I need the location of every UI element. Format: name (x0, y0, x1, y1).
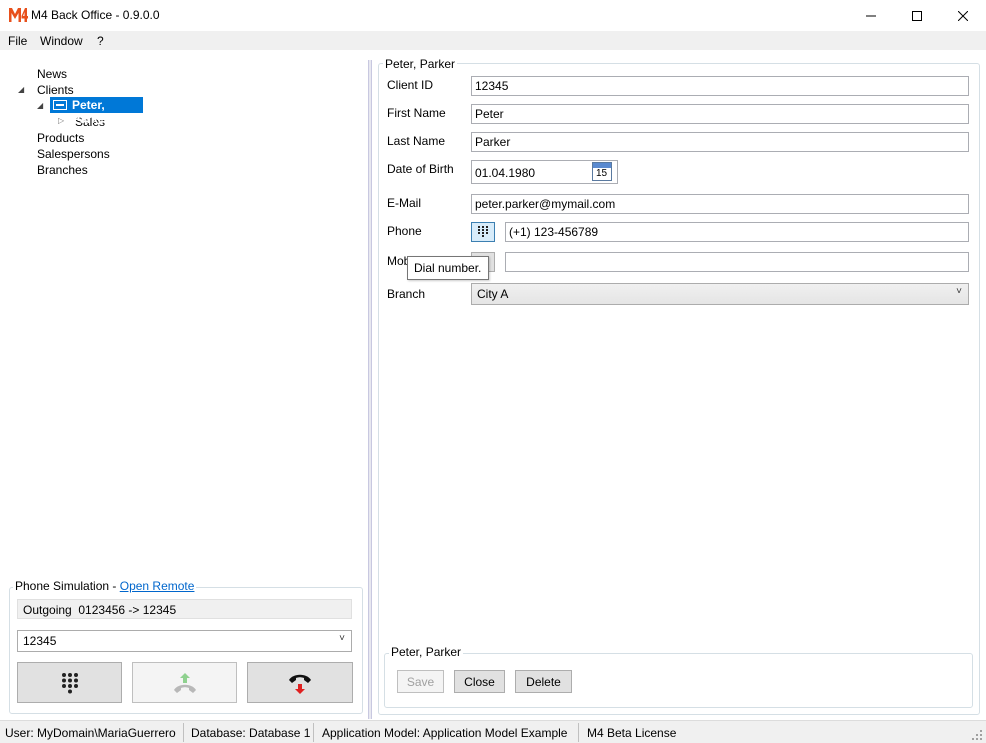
status-bar: User: MyDomain\MariaGuerrero Database: D… (0, 720, 986, 743)
dialpad-icon (61, 672, 78, 693)
first-name-field[interactable]: Peter (471, 104, 969, 124)
minimize-button[interactable] (848, 0, 894, 31)
tree-item-products[interactable]: Products (37, 131, 84, 145)
tree-item-label: Peter, Parker (72, 98, 110, 126)
actions-group-title: Peter, Parker (389, 645, 464, 659)
menu-file[interactable]: File (8, 34, 27, 48)
tree-item-salespersons[interactable]: Salespersons (37, 147, 110, 161)
dial-number-tooltip: Dial number. (407, 256, 489, 280)
dial-phone-button[interactable] (471, 222, 495, 242)
branch-value: City A (477, 287, 509, 301)
email-label: E-Mail (387, 196, 422, 210)
close-icon (958, 10, 968, 21)
date-of-birth-value: 01.04.1980 (475, 166, 536, 180)
tree-item-branches[interactable]: Branches (37, 163, 88, 177)
dialpad-button[interactable] (17, 662, 122, 703)
status-separator (313, 723, 314, 742)
mobile-field[interactable] (505, 252, 969, 272)
navigation-tree: News ◢ Clients ◢ ▷ Sales Products Salesp… (0, 50, 368, 580)
phone-number-value: 12345 (23, 634, 57, 648)
title-bar[interactable]: M4 Back Office - 0.9.0.0 (0, 0, 986, 31)
client-detail-group (378, 63, 980, 715)
close-window-button[interactable] (940, 0, 986, 31)
dialpad-icon (478, 226, 488, 237)
tree-item-selected-client[interactable]: Peter, Parker (50, 97, 143, 126)
chevron-down-icon: ˅ (339, 633, 345, 644)
phone-simulation-title: Phone Simulation - Open Remote (13, 579, 197, 593)
status-user: User: MyDomain\MariaGuerrero (5, 726, 176, 740)
status-separator (183, 723, 184, 742)
status-database: Database: Database 1 (191, 726, 311, 740)
status-license: M4 Beta License (587, 726, 677, 740)
window-title: M4 Back Office - 0.9.0.0 (31, 8, 160, 22)
menu-window[interactable]: Window (40, 34, 83, 48)
open-remote-link[interactable]: Open Remote (120, 579, 195, 593)
call-status-display: Outgoing 0123456 -> 12345 (17, 599, 352, 619)
pickup-call-button[interactable] (132, 662, 237, 703)
date-of-birth-label: Date of Birth (387, 162, 454, 176)
client-detail-title: Peter, Parker (383, 57, 458, 71)
phone-number-select[interactable]: 12345 ˅ (17, 630, 352, 652)
save-button[interactable]: Save (397, 670, 444, 693)
hangup-phone-icon (289, 674, 311, 694)
branch-select[interactable]: City A ˅ (471, 283, 969, 305)
delete-button[interactable]: Delete (515, 670, 572, 693)
maximize-icon (912, 10, 922, 21)
calendar-day: 15 (596, 168, 608, 179)
close-button[interactable]: Close (454, 670, 505, 693)
minimize-icon (866, 15, 876, 16)
client-id-field[interactable]: 12345 (471, 76, 969, 96)
menu-help[interactable]: ? (97, 34, 104, 48)
client-card-icon (53, 100, 67, 110)
expanded-arrow-icon[interactable]: ◢ (37, 101, 43, 110)
hangup-call-button[interactable] (247, 662, 353, 703)
first-name-label: First Name (387, 106, 446, 120)
collapsed-arrow-icon[interactable]: ▷ (58, 116, 64, 125)
maximize-button[interactable] (894, 0, 940, 31)
calendar-icon[interactable]: 15 (592, 162, 612, 181)
phone-label: Phone (387, 224, 422, 238)
client-id-label: Client ID (387, 78, 434, 92)
phone-simulation-label: Phone Simulation - (15, 579, 120, 593)
tree-item-news[interactable]: News (37, 67, 67, 81)
status-app-model: Application Model: Application Model Exa… (322, 726, 568, 740)
email-field[interactable]: peter.parker@mymail.com (471, 194, 969, 214)
tree-item-clients[interactable]: Clients (37, 83, 74, 97)
chevron-down-icon: ˅ (956, 286, 962, 297)
last-name-field[interactable]: Parker (471, 132, 969, 152)
status-separator (578, 723, 579, 742)
menu-bar: File Window ? (0, 31, 986, 50)
app-logo-icon (9, 8, 28, 22)
phone-field[interactable]: (+1) 123-456789 (505, 222, 969, 242)
resize-grip-icon[interactable] (972, 730, 982, 740)
panel-splitter[interactable] (368, 60, 372, 719)
expanded-arrow-icon[interactable]: ◢ (18, 85, 24, 94)
pickup-phone-icon (173, 672, 196, 693)
branch-label: Branch (387, 287, 426, 301)
last-name-label: Last Name (387, 134, 446, 148)
